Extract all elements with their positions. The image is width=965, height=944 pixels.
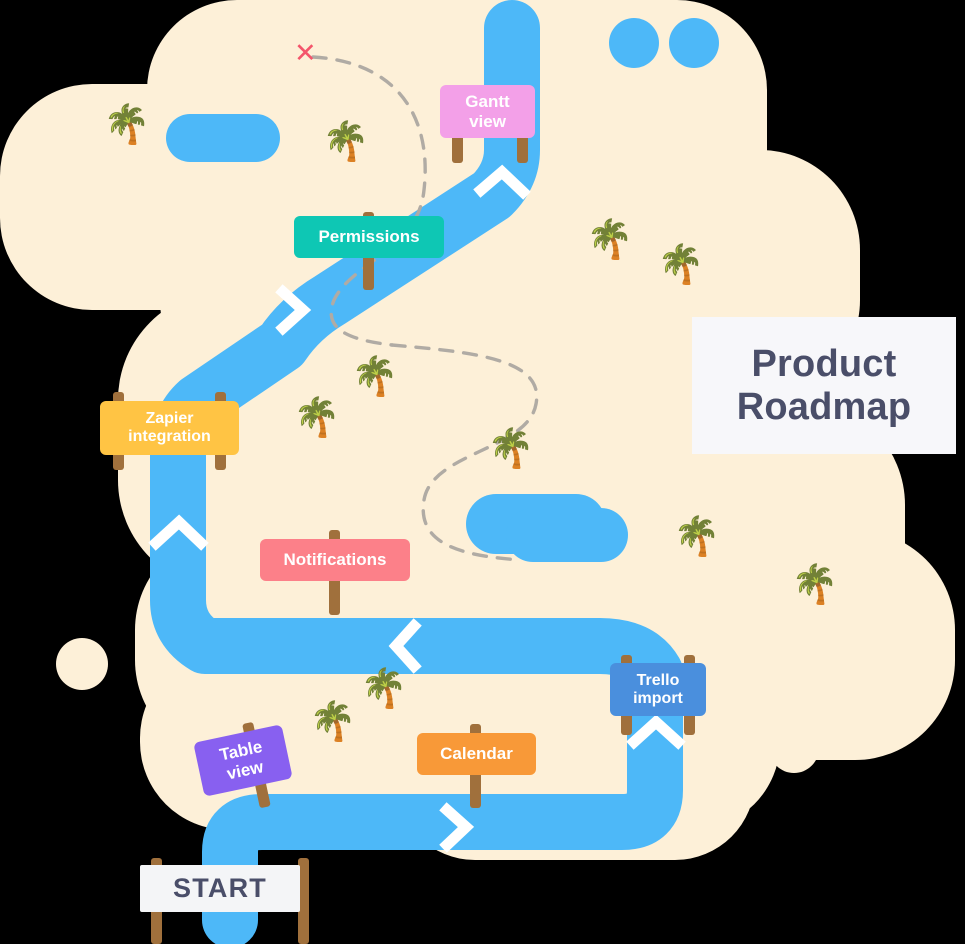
palm-tree-icon: 🌴: [791, 564, 839, 606]
palm-tree-icon: 🌴: [673, 516, 721, 558]
red-x-marker: ✕: [294, 38, 317, 68]
signpost-board[interactable]: Trello import: [610, 663, 706, 716]
palm-tree-icon: 🌴: [657, 244, 705, 286]
palm-tree-icon: 🌴: [360, 668, 408, 710]
signpost-board[interactable]: Permissions: [294, 216, 444, 258]
palm-tree-icon: 🌴: [103, 104, 151, 146]
palm-tree-icon: 🌴: [309, 701, 357, 743]
palm-tree-icon: 🌴: [293, 397, 341, 439]
page-title: Product Roadmap: [692, 317, 956, 454]
signpost-board[interactable]: Notifications: [260, 539, 410, 581]
palm-tree-icon: 🌴: [487, 428, 535, 470]
palm-tree-icon: 🌴: [586, 219, 634, 261]
page-title-text: Product Roadmap: [736, 342, 912, 428]
signpost-board[interactable]: Gantt view: [440, 85, 535, 138]
roadmap-canvas: 🌴 🌴 🌴 🌴 🌴 🌴 🌴 🌴 🌴 🌴 🌴 ✕ Product Roadmap …: [0, 0, 965, 944]
palm-tree-icon: 🌴: [322, 121, 370, 163]
start-label[interactable]: START: [140, 865, 300, 912]
palm-tree-icon: 🌴: [351, 356, 399, 398]
signpost-board[interactable]: Calendar: [417, 733, 536, 775]
signpost-board[interactable]: Zapier integration: [100, 401, 239, 455]
